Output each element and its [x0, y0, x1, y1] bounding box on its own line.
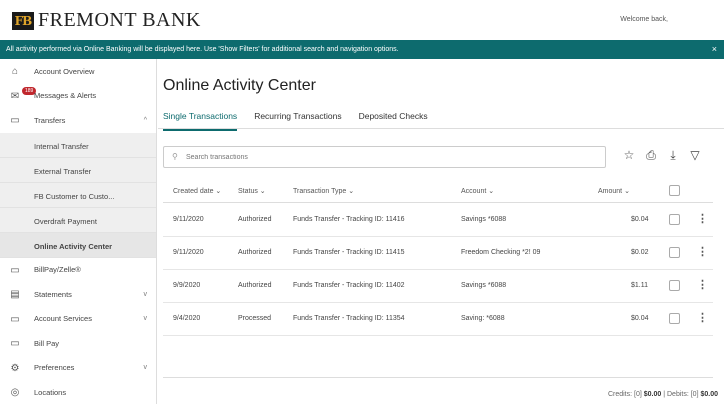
sidebar-item-account-overview[interactable]: ⌂ Account Overview — [0, 59, 156, 84]
info-banner: All activity performed via Online Bankin… — [0, 40, 724, 59]
search-input[interactable] — [186, 149, 586, 165]
sidebar-subitem-overdraft-payment[interactable]: Overdraft Payment — [0, 207, 156, 233]
sidebar-item-messages-alerts[interactable]: ✉ 189 Messages & Alerts — [0, 84, 156, 109]
table-row[interactable]: 9/11/2020 Authorized Funds Transfer - Tr… — [163, 204, 713, 237]
transfer-icon: ▭ — [10, 115, 20, 126]
sidebar-item-label: Messages & Alerts — [34, 91, 97, 101]
sidebar-item-label: Account Overview — [34, 66, 95, 76]
chevron-down-icon[interactable]: v — [144, 364, 148, 371]
sidebar-subitem-internal-transfer[interactable]: Internal Transfer — [0, 132, 156, 158]
page-title: Online Activity Center — [163, 77, 316, 94]
filter-icon[interactable]: ▽ — [684, 148, 706, 163]
print-icon[interactable]: ⎙ — [640, 148, 662, 163]
sidebar-item-label: Preferences — [34, 363, 75, 373]
table-row[interactable]: 9/11/2020 Authorized Funds Transfer - Tr… — [163, 237, 713, 270]
gear-icon: ⚙ — [10, 362, 20, 374]
row-checkbox[interactable] — [669, 247, 680, 258]
star-icon[interactable]: ☆ — [618, 148, 640, 163]
sidebar-item-label: Bill Pay — [34, 338, 60, 348]
sidebar-item-label: Account Services — [34, 314, 92, 324]
mail-icon: ✉ — [10, 90, 20, 102]
sidebar-item-account-services[interactable]: ▭ Account Services v — [0, 307, 156, 332]
sidebar-item-transfers[interactable]: ▭ Transfers ^ — [0, 108, 156, 133]
welcome-text: Welcome back, — [620, 16, 668, 23]
table-header: Created date ⌄ Status ⌄ Transaction Type… — [163, 183, 713, 203]
search-box[interactable]: ⚲ — [163, 146, 606, 168]
sidebar-item-locations[interactable]: ◎ Locations — [0, 380, 156, 404]
sidebar-item-preferences[interactable]: ⚙ Preferences v — [0, 356, 156, 381]
table-row[interactable]: 9/4/2020 Processed Funds Transfer - Trac… — [163, 303, 713, 336]
location-icon: ◎ — [10, 387, 20, 398]
billpay2-icon: ▭ — [10, 338, 20, 349]
close-icon[interactable]: × — [712, 40, 717, 59]
more-options-icon[interactable]: ⋮ — [697, 311, 708, 324]
more-options-icon[interactable]: ⋮ — [697, 278, 708, 291]
billpay-icon: ▭ — [10, 264, 20, 276]
sidebar: ⌂ Account Overview ✉ 189 Messages & Aler… — [0, 59, 157, 404]
banner-text: All activity performed via Online Bankin… — [6, 46, 399, 53]
sidebar-item-label: Locations — [34, 387, 67, 397]
column-created-date[interactable]: Created date ⌄ — [173, 187, 221, 195]
sidebar-item-label: Statements — [34, 289, 72, 299]
download-icon[interactable]: ⤓ — [662, 148, 684, 163]
services-icon: ▭ — [10, 313, 20, 325]
column-status[interactable]: Status ⌄ — [238, 187, 266, 195]
sidebar-subitem-fb-customer[interactable]: FB Customer to Custo... — [0, 182, 156, 208]
column-account[interactable]: Account ⌄ — [461, 187, 494, 195]
bank-name: FREMONT BANK — [38, 9, 201, 31]
home-icon: ⌂ — [11, 66, 19, 77]
row-checkbox[interactable] — [669, 313, 680, 324]
search-icon: ⚲ — [172, 152, 178, 161]
tabs-divider — [158, 128, 724, 129]
column-transaction-type[interactable]: Transaction Type ⌄ — [293, 187, 354, 195]
table-footer-divider — [163, 377, 713, 378]
row-checkbox[interactable] — [669, 214, 680, 225]
sidebar-subitem-online-activity-center[interactable]: Online Activity Center — [0, 232, 156, 258]
table-toolbar: ☆ ⎙ ⤓ ▽ — [618, 148, 706, 163]
logo-mark-icon: FB — [12, 11, 34, 30]
statements-icon: ▤ — [10, 289, 20, 300]
more-options-icon[interactable]: ⋮ — [697, 245, 708, 258]
sidebar-item-label: BillPay/Zelle® — [34, 265, 81, 275]
app-header: FB FREMONT BANK Welcome back, — [0, 0, 724, 40]
chevron-down-icon[interactable]: v — [144, 315, 148, 322]
chevron-down-icon[interactable]: v — [144, 291, 148, 298]
table-row[interactable]: 9/9/2020 Authorized Funds Transfer - Tra… — [163, 270, 713, 303]
sidebar-item-statements[interactable]: ▤ Statements v — [0, 282, 156, 307]
sidebar-item-bill-pay[interactable]: ▭ Bill Pay — [0, 331, 156, 356]
sidebar-item-billpay-zelle[interactable]: ▭ BillPay/Zelle® — [0, 258, 156, 283]
sidebar-item-label: Transfers — [34, 115, 66, 125]
row-checkbox[interactable] — [669, 280, 680, 291]
fremont-bank-logo[interactable]: FB FREMONT BANK — [12, 9, 201, 32]
select-all-checkbox[interactable] — [669, 185, 680, 196]
sidebar-subitem-external-transfer[interactable]: External Transfer — [0, 157, 156, 183]
more-options-icon[interactable]: ⋮ — [697, 212, 708, 225]
main-content: Online Activity Center Single Transactio… — [158, 59, 724, 404]
column-amount[interactable]: Amount ⌄ — [598, 187, 630, 195]
totals-summary: Credits: [0] $0.00 | Debits: [0] $0.00 — [607, 391, 718, 398]
chevron-up-icon[interactable]: ^ — [144, 117, 147, 124]
